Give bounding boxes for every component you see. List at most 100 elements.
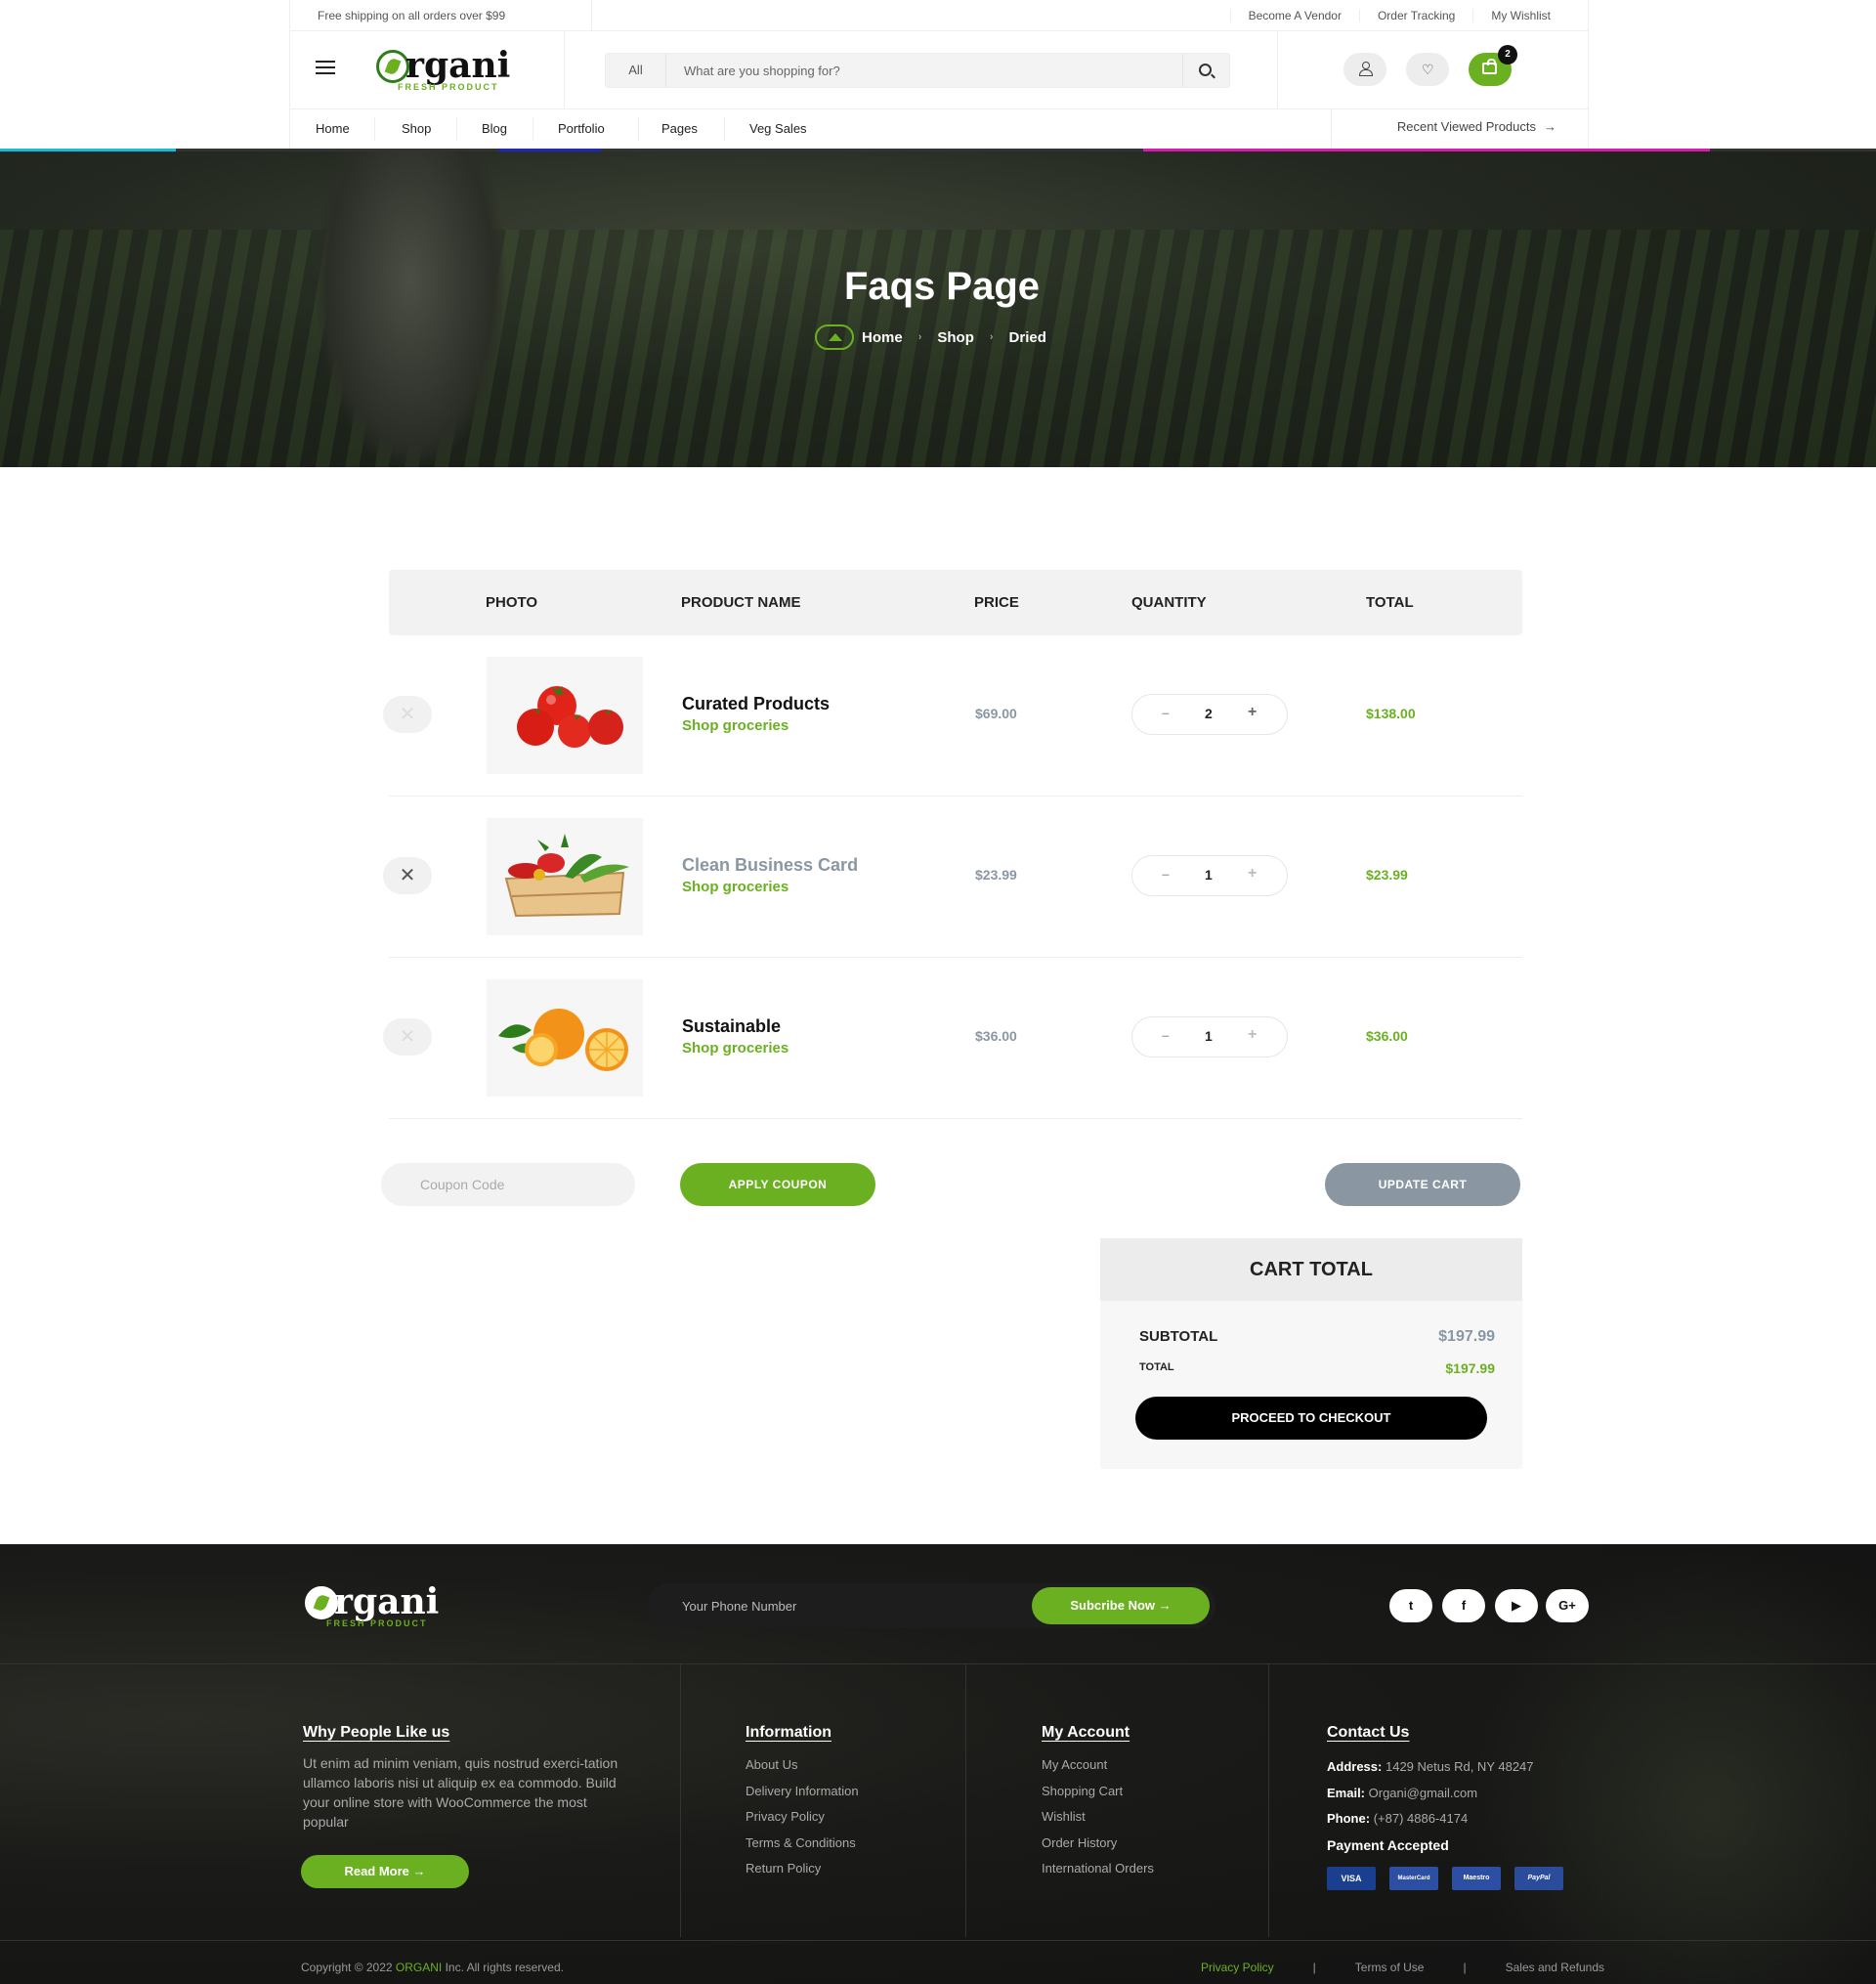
cart-count-badge: 2 (1498, 45, 1517, 65)
plus-icon[interactable]: + (1248, 865, 1257, 883)
coupon-input[interactable]: Coupon Code (381, 1163, 635, 1206)
logo-tagline: FRESH PRODUCT (398, 82, 499, 92)
copyright-brand[interactable]: ORGANI (396, 1961, 442, 1974)
footer-link-my-account[interactable]: My Account (1042, 1757, 1154, 1784)
nav-item-blog[interactable]: Blog (482, 121, 507, 136)
separator: | (1312, 1961, 1316, 1974)
read-more-label: Read More (344, 1864, 409, 1878)
cart-button[interactable]: 2 (1469, 45, 1517, 86)
subscribe-button[interactable]: Subcribe Now → (1032, 1587, 1210, 1624)
divider (1331, 109, 1332, 149)
breadcrumb-shop[interactable]: Shop (937, 329, 974, 346)
update-cart-button[interactable]: UPDATE CART (1325, 1163, 1520, 1206)
footer-link-shopping-cart[interactable]: Shopping Cart (1042, 1784, 1154, 1810)
phone-label: Phone: (1327, 1811, 1371, 1826)
nav-item-portfolio[interactable]: Portfolio (558, 121, 605, 136)
read-more-button[interactable]: Read More → (301, 1855, 469, 1888)
quantity-value[interactable]: 2 (1205, 706, 1213, 721)
footer-logo[interactable]: rgani FRESH PRODUCT (305, 1581, 471, 1632)
minus-icon[interactable]: – (1162, 1027, 1170, 1043)
visa-icon: VISA (1327, 1867, 1376, 1890)
order-tracking-link[interactable]: Order Tracking (1358, 9, 1472, 22)
payment-heading: Payment Accepted (1327, 1837, 1449, 1853)
plus-icon[interactable]: + (1248, 704, 1257, 721)
col-total: TOTAL (1366, 594, 1414, 611)
remove-item-button[interactable]: ✕ (383, 1018, 432, 1056)
product-category[interactable]: Shop groceries (682, 879, 789, 895)
contact-info: Address: 1429 Netus Rd, NY 48247 Email: … (1327, 1759, 1534, 1837)
home-icon[interactable] (815, 324, 854, 350)
row-total: $23.99 (1366, 867, 1408, 883)
phone-value[interactable]: (+87) 4886-4174 (1374, 1811, 1469, 1826)
menu-icon[interactable] (316, 61, 335, 78)
google-plus-icon[interactable]: G+ (1546, 1589, 1589, 1622)
recent-viewed-link[interactable]: Recent Viewed Products → (1397, 119, 1556, 134)
separator: | (1463, 1961, 1467, 1974)
col-product-name: PRODUCT NAME (681, 594, 801, 611)
proceed-to-checkout-button[interactable]: PROCEED TO CHECKOUT (1135, 1397, 1487, 1440)
site-header: Free shipping on all orders over $99 Bec… (0, 0, 1876, 149)
phone-input[interactable]: Your Phone Number (682, 1599, 796, 1614)
product-image-oranges[interactable] (487, 979, 643, 1097)
account-links: My Account Shopping Cart Wishlist Order … (1042, 1757, 1154, 1887)
row-total: $138.00 (1366, 706, 1416, 721)
remove-item-button[interactable]: ✕ (383, 857, 432, 894)
chevron-right-icon: › (989, 331, 994, 343)
quantity-value[interactable]: 1 (1205, 867, 1213, 883)
product-price: $36.00 (975, 1028, 1017, 1044)
product-name[interactable]: Sustainable (682, 1016, 781, 1037)
apply-coupon-button[interactable]: APPLY COUPON (680, 1163, 875, 1206)
col-quantity: QUANTITY (1131, 594, 1207, 611)
footer-link-wishlist[interactable]: Wishlist (1042, 1809, 1154, 1835)
divider (564, 31, 565, 109)
plus-icon[interactable]: + (1248, 1026, 1257, 1044)
nav-item-pages[interactable]: Pages (661, 121, 698, 136)
product-name[interactable]: Curated Products (682, 694, 830, 714)
newsletter-form: Your Phone Number Subcribe Now → (647, 1583, 1215, 1628)
become-vendor-link[interactable]: Become A Vendor (1229, 9, 1359, 22)
footer-link-about[interactable]: About Us (746, 1757, 859, 1784)
search-category-select[interactable]: All (606, 54, 666, 87)
nav-item-veg-sales[interactable]: Veg Sales (749, 121, 807, 136)
privacy-policy-link[interactable]: Privacy Policy (1181, 1961, 1294, 1974)
account-button[interactable] (1343, 53, 1386, 86)
facebook-icon[interactable]: f (1442, 1589, 1485, 1622)
nav-item-home[interactable]: Home (316, 121, 350, 136)
sales-refunds-link[interactable]: Sales and Refunds (1486, 1961, 1624, 1974)
footer-link-terms[interactable]: Terms & Conditions (746, 1835, 859, 1862)
divider (0, 1663, 1876, 1664)
wishlist-button[interactable]: ♡ (1406, 53, 1449, 86)
divider (638, 117, 639, 141)
product-category[interactable]: Shop groceries (682, 717, 789, 734)
remove-item-button[interactable]: ✕ (383, 696, 432, 733)
vegetable-crate-icon (504, 834, 629, 918)
breadcrumb-current: Dried (1008, 328, 1046, 346)
product-image-vegetable-crate[interactable] (487, 818, 643, 935)
minus-icon[interactable]: – (1162, 705, 1170, 720)
cart-row: ✕ Clean Business Card Shop groceries $23… (383, 797, 1522, 958)
breadcrumb-home[interactable]: Home (862, 329, 903, 346)
search-input[interactable]: What are you shopping for? (684, 64, 840, 78)
nav-item-shop[interactable]: Shop (402, 121, 431, 136)
footer-link-international[interactable]: International Orders (1042, 1861, 1154, 1887)
logo[interactable]: rgani FRESH PRODUCT (376, 45, 533, 94)
quantity-value[interactable]: 1 (1205, 1028, 1213, 1044)
search-button[interactable] (1182, 54, 1229, 87)
product-name[interactable]: Clean Business Card (682, 855, 858, 876)
footer-link-delivery[interactable]: Delivery Information (746, 1784, 859, 1810)
my-wishlist-link[interactable]: My Wishlist (1472, 9, 1568, 22)
twitter-icon[interactable]: t (1389, 1589, 1432, 1622)
youtube-icon[interactable]: ▶ (1495, 1589, 1538, 1622)
product-image-tomatoes[interactable] (487, 657, 643, 774)
divider (680, 1663, 681, 1937)
copyright-prefix: Copyright © 2022 (301, 1961, 393, 1974)
arrow-right-icon: → (1158, 1598, 1172, 1613)
footer-link-return[interactable]: Return Policy (746, 1861, 859, 1887)
footer-link-order-history[interactable]: Order History (1042, 1835, 1154, 1862)
terms-of-use-link[interactable]: Terms of Use (1336, 1961, 1444, 1974)
header-container: Free shipping on all orders over $99 Bec… (289, 0, 1589, 149)
minus-icon[interactable]: – (1162, 866, 1170, 882)
footer-link-privacy[interactable]: Privacy Policy (746, 1809, 859, 1835)
email-value[interactable]: Organi@gmail.com (1369, 1786, 1477, 1800)
product-category[interactable]: Shop groceries (682, 1040, 789, 1057)
